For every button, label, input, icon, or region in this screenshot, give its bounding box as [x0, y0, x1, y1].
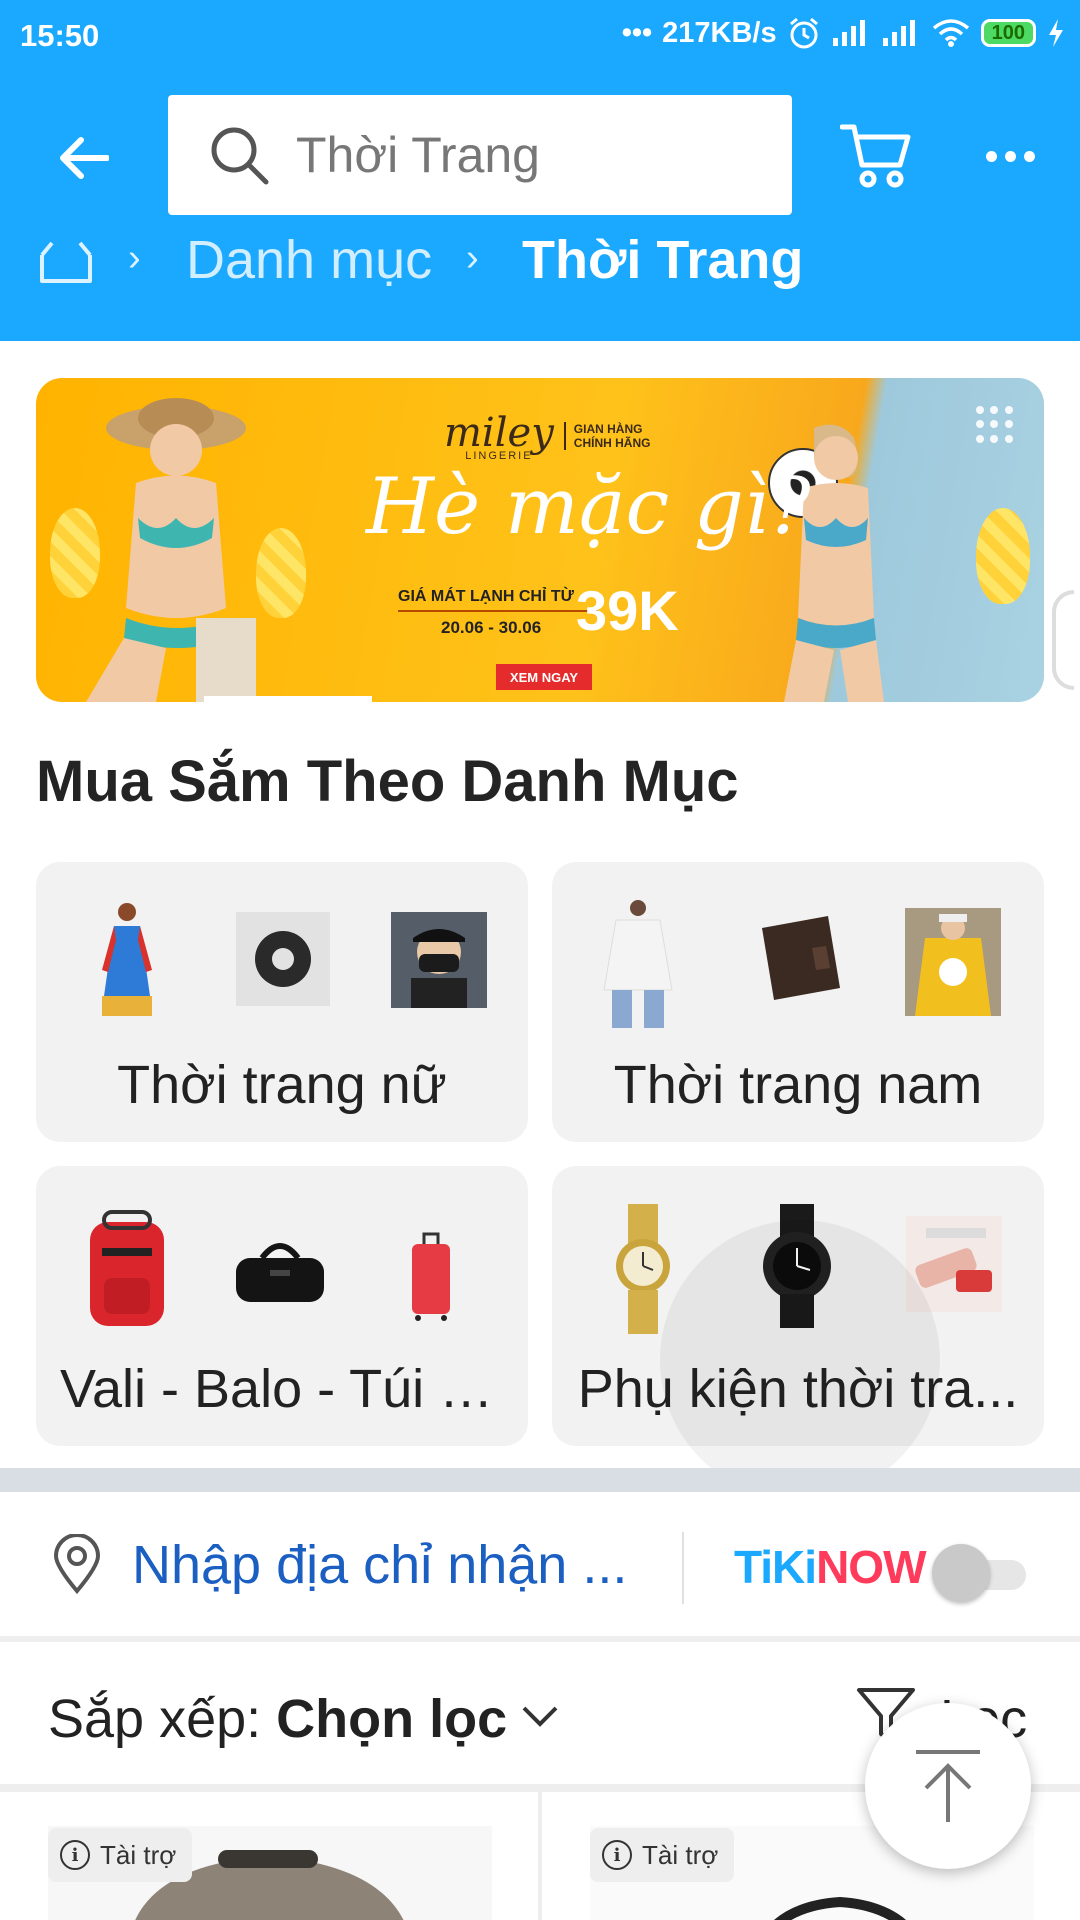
chevron-right-icon: ›	[128, 237, 141, 279]
category-card-mens-fashion[interactable]: Thời trang nam	[552, 862, 1044, 1142]
home-icon[interactable]	[38, 235, 94, 287]
signal-icon	[832, 20, 865, 46]
chevron-down-icon[interactable]	[520, 1704, 560, 1730]
status-bar: 15:50 ••• 217KB/s 100	[0, 0, 1080, 72]
cart-button[interactable]	[839, 121, 912, 191]
delivery-address-row: Nhập địa chỉ nhận ... TiKiNOW	[0, 1492, 1080, 1637]
section-divider	[0, 1468, 1080, 1492]
network-speed: 217KB/s	[662, 16, 777, 49]
back-arrow-icon	[60, 137, 109, 179]
breadcrumb-item-danh-muc[interactable]: Danh mục	[186, 229, 432, 291]
backpack-image	[90, 1210, 164, 1326]
wallet-image	[762, 916, 840, 1000]
banner-price: 39K	[576, 579, 679, 642]
address-input[interactable]: Nhập địa chỉ nhận ...	[132, 1534, 627, 1596]
info-icon: i	[60, 1840, 90, 1870]
signal-icon	[882, 20, 915, 46]
product-card[interactable]: i Tài trợ	[0, 1792, 538, 1920]
category-label: Thời trang nam	[613, 1055, 983, 1115]
status-indicators: ••• 217KB/s 100	[622, 16, 1066, 50]
divider	[682, 1532, 684, 1604]
alarm-icon	[789, 17, 818, 49]
breadcrumb: › Danh mục › Thời Trang	[0, 225, 1080, 295]
back-button[interactable]	[48, 123, 118, 193]
sponsored-badge: i Tài trợ	[590, 1828, 735, 1882]
model-image	[86, 398, 256, 702]
scroll-to-top-button[interactable]	[865, 1703, 1031, 1869]
banner-dates: 20.06 - 30.06	[441, 618, 542, 637]
tikinow-toggle[interactable]	[932, 1544, 1028, 1602]
shirt-image	[603, 900, 673, 1028]
section-title: Mua Sắm Theo Danh Mục	[36, 749, 739, 814]
mens-model-image	[391, 912, 487, 1008]
pineapple-decoration	[256, 528, 306, 618]
search-input[interactable]: Thời Trang	[296, 126, 540, 184]
category-label: Vali - Balo - Túi x...	[60, 1359, 512, 1419]
banner-divider	[398, 610, 598, 612]
info-icon: i	[602, 1840, 632, 1870]
pineapple-decoration	[976, 508, 1030, 604]
scrunchie-image	[236, 912, 330, 1006]
brand-logo: miley LINGERIE GIAN HÀNG CHÍNH HÃNG	[444, 410, 651, 462]
chevron-right-icon: ›	[466, 237, 479, 279]
wifi-icon	[932, 19, 969, 47]
promo-banner[interactable]: miley LINGERIE GIAN HÀNG CHÍNH HÃNG Hè m…	[36, 378, 1044, 702]
model-image	[784, 424, 884, 702]
dress-image	[102, 903, 152, 1016]
sponsored-badge: i Tài trợ	[48, 1828, 193, 1882]
banner-headline: Hè mặc gì?	[366, 462, 811, 552]
edge-handle[interactable]	[1052, 590, 1074, 690]
sort-dropdown[interactable]: Sắp xếp: Chọn lọc	[48, 1688, 507, 1750]
more-icon	[985, 150, 997, 162]
grid-menu-icon[interactable]	[976, 406, 1014, 444]
app-header: 15:50 ••• 217KB/s 100 Thời Trang › Danh …	[0, 0, 1080, 341]
search-bar[interactable]: Thời Trang	[168, 95, 792, 215]
duffel-bag-image	[236, 1243, 324, 1302]
category-card-luggage-bags[interactable]: Vali - Balo - Túi x...	[36, 1166, 528, 1446]
category-card-womens-fashion[interactable]: Thời trang nữ	[36, 862, 528, 1142]
arrow-up-icon	[916, 1750, 980, 1822]
carousel-indicator	[204, 696, 372, 702]
banner-cta-button[interactable]: XEM NGAY	[496, 664, 592, 690]
more-menu-button[interactable]	[975, 131, 1045, 181]
suitcase-image	[412, 1232, 450, 1321]
battery-indicator: 100	[980, 19, 1036, 47]
location-pin-icon	[53, 1534, 101, 1594]
touch-ripple	[660, 1220, 940, 1500]
tikinow-logo: TiKiNOW	[734, 1541, 926, 1593]
network-dots-icon: •••	[621, 16, 653, 49]
top-bar: Thời Trang	[0, 95, 1080, 215]
status-time: 15:50	[20, 18, 100, 53]
yellow-hoodie-image	[905, 908, 1001, 1016]
charging-icon	[1049, 19, 1063, 47]
search-icon	[211, 127, 269, 185]
banner-price-label: GIÁ MÁT LẠNH CHỈ TỪ	[398, 588, 574, 605]
cart-icon	[839, 124, 911, 188]
category-label: Thời trang nữ	[117, 1055, 447, 1115]
breadcrumb-item-current: Thời Trang	[522, 230, 804, 290]
